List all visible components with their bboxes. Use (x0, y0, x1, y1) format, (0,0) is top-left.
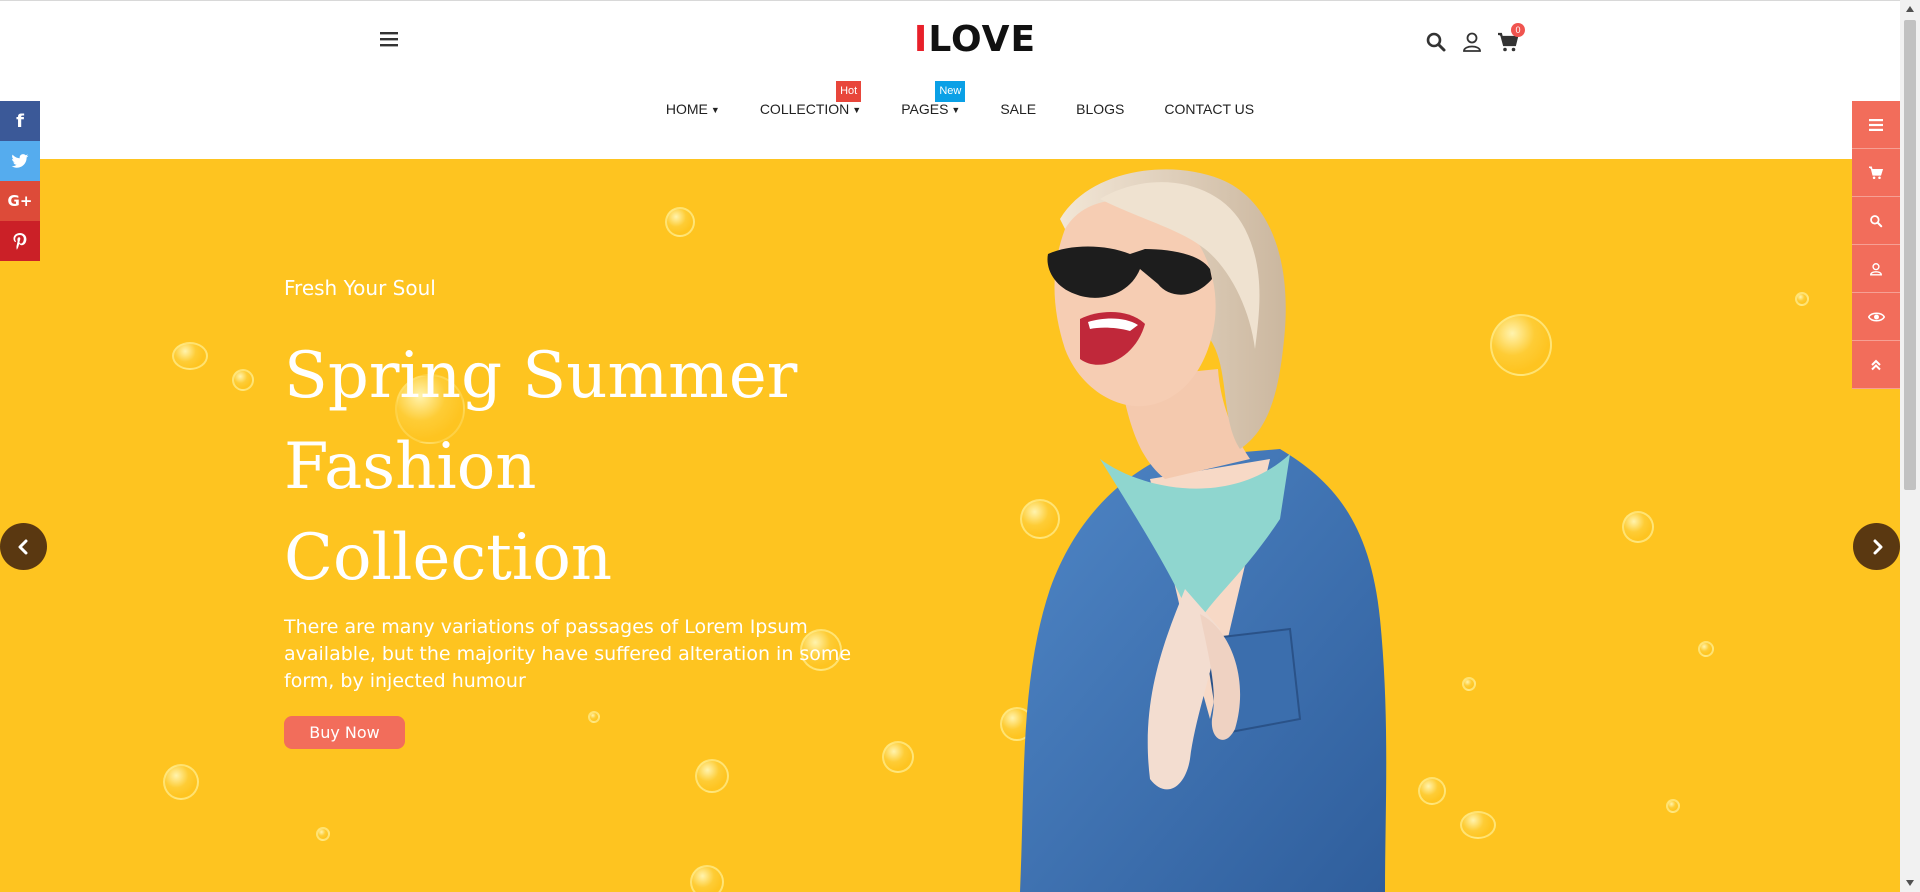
hamburger-menu-icon[interactable] (376, 27, 402, 51)
header-actions: 0 (1424, 23, 1525, 57)
bubble-decoration (232, 369, 254, 391)
bubble-decoration (163, 764, 199, 800)
social-share-bar: f G+ (0, 101, 40, 261)
nav-label: CONTACT US (1164, 101, 1255, 117)
nav-item-blogs[interactable]: BLOGS (1056, 97, 1144, 121)
menu-icon[interactable] (1852, 101, 1900, 149)
bubble-decoration (1698, 641, 1714, 657)
slider-next-button[interactable] (1853, 523, 1900, 570)
bubble-decoration (882, 741, 914, 773)
twitter-icon[interactable] (0, 141, 40, 181)
hero-title-line: Collection (284, 521, 613, 595)
bubble-decoration (588, 711, 600, 723)
hero-subtitle: Fresh Your Soul (284, 276, 436, 300)
site-logo[interactable]: ILOVE (900, 19, 1050, 63)
bubble-decoration (1490, 314, 1552, 376)
nav-item-sale[interactable]: SALE (980, 97, 1056, 121)
scroll-up-arrow-icon[interactable] (1900, 0, 1920, 18)
cart-icon[interactable]: 0 (1496, 23, 1525, 54)
cart-icon[interactable] (1852, 149, 1900, 197)
logo-mark: I (913, 19, 929, 60)
slider-prev-button[interactable] (0, 523, 47, 570)
site-header: ILOVE 0 HOME ▼ Hot COLLECTION ▼ New PAGES ▼ S… (0, 0, 1900, 159)
hero-title-line: Spring Summer (284, 339, 798, 413)
hot-badge: Hot (836, 81, 862, 102)
chevron-down-icon: ▼ (710, 105, 720, 116)
nav-item-contact-us[interactable]: CONTACT US (1144, 97, 1274, 121)
nav-item-pages[interactable]: New PAGES ▼ (881, 81, 980, 121)
facebook-icon[interactable]: f (0, 101, 40, 141)
bubble-decoration (1460, 811, 1496, 839)
nav-label: PAGES (901, 101, 949, 117)
search-icon[interactable] (1424, 30, 1448, 54)
bubble-decoration (172, 342, 208, 370)
google-plus-icon[interactable]: G+ (0, 181, 40, 221)
cart-count-badge: 0 (1511, 23, 1525, 37)
scroll-down-arrow-icon[interactable] (1900, 874, 1920, 892)
nav-label: COLLECTION (759, 101, 850, 117)
hero-slider: Fresh Your Soul Spring Summer Fashion Co… (0, 159, 1900, 892)
main-nav: HOME ▼ Hot COLLECTION ▼ New PAGES ▼ SALE BLOG… (640, 81, 1280, 127)
hero-title: Spring Summer Fashion Collection (284, 331, 844, 604)
double-chevron-up-icon[interactable] (1852, 341, 1900, 389)
nav-item-collection[interactable]: Hot COLLECTION ▼ (740, 81, 881, 121)
pinterest-icon[interactable] (0, 221, 40, 261)
nav-label: HOME (665, 101, 708, 117)
bubble-decoration (690, 865, 724, 892)
nav-label: BLOGS (1076, 101, 1125, 117)
hero-model-image (1020, 169, 1387, 892)
bubble-decoration (1666, 799, 1680, 813)
scrollbar-thumb[interactable] (1904, 20, 1916, 490)
nav-label: SALE (1000, 101, 1037, 117)
search-icon[interactable] (1852, 197, 1900, 245)
hero-title-line: Fashion (284, 430, 537, 504)
chevron-left-icon (18, 539, 27, 554)
bubble-decoration (1622, 511, 1654, 543)
hero-description: There are many variations of passages of… (284, 616, 852, 692)
bubble-decoration (695, 759, 729, 793)
bubble-decoration (316, 827, 330, 841)
chevron-right-icon (1873, 539, 1882, 554)
nav-item-home[interactable]: HOME ▼ (646, 97, 740, 121)
eye-icon[interactable] (1852, 293, 1900, 341)
side-tools-bar (1852, 101, 1900, 389)
buy-now-button[interactable]: Buy Now (284, 716, 405, 749)
new-badge: New (935, 81, 966, 102)
bubble-decoration (665, 207, 695, 237)
bubble-decoration (1795, 292, 1809, 306)
logo-text: LOVE (928, 19, 1037, 60)
page-scrollbar[interactable] (1900, 0, 1920, 892)
user-icon[interactable] (1460, 30, 1484, 54)
bubble-decoration (1462, 677, 1476, 691)
user-icon[interactable] (1852, 245, 1900, 293)
